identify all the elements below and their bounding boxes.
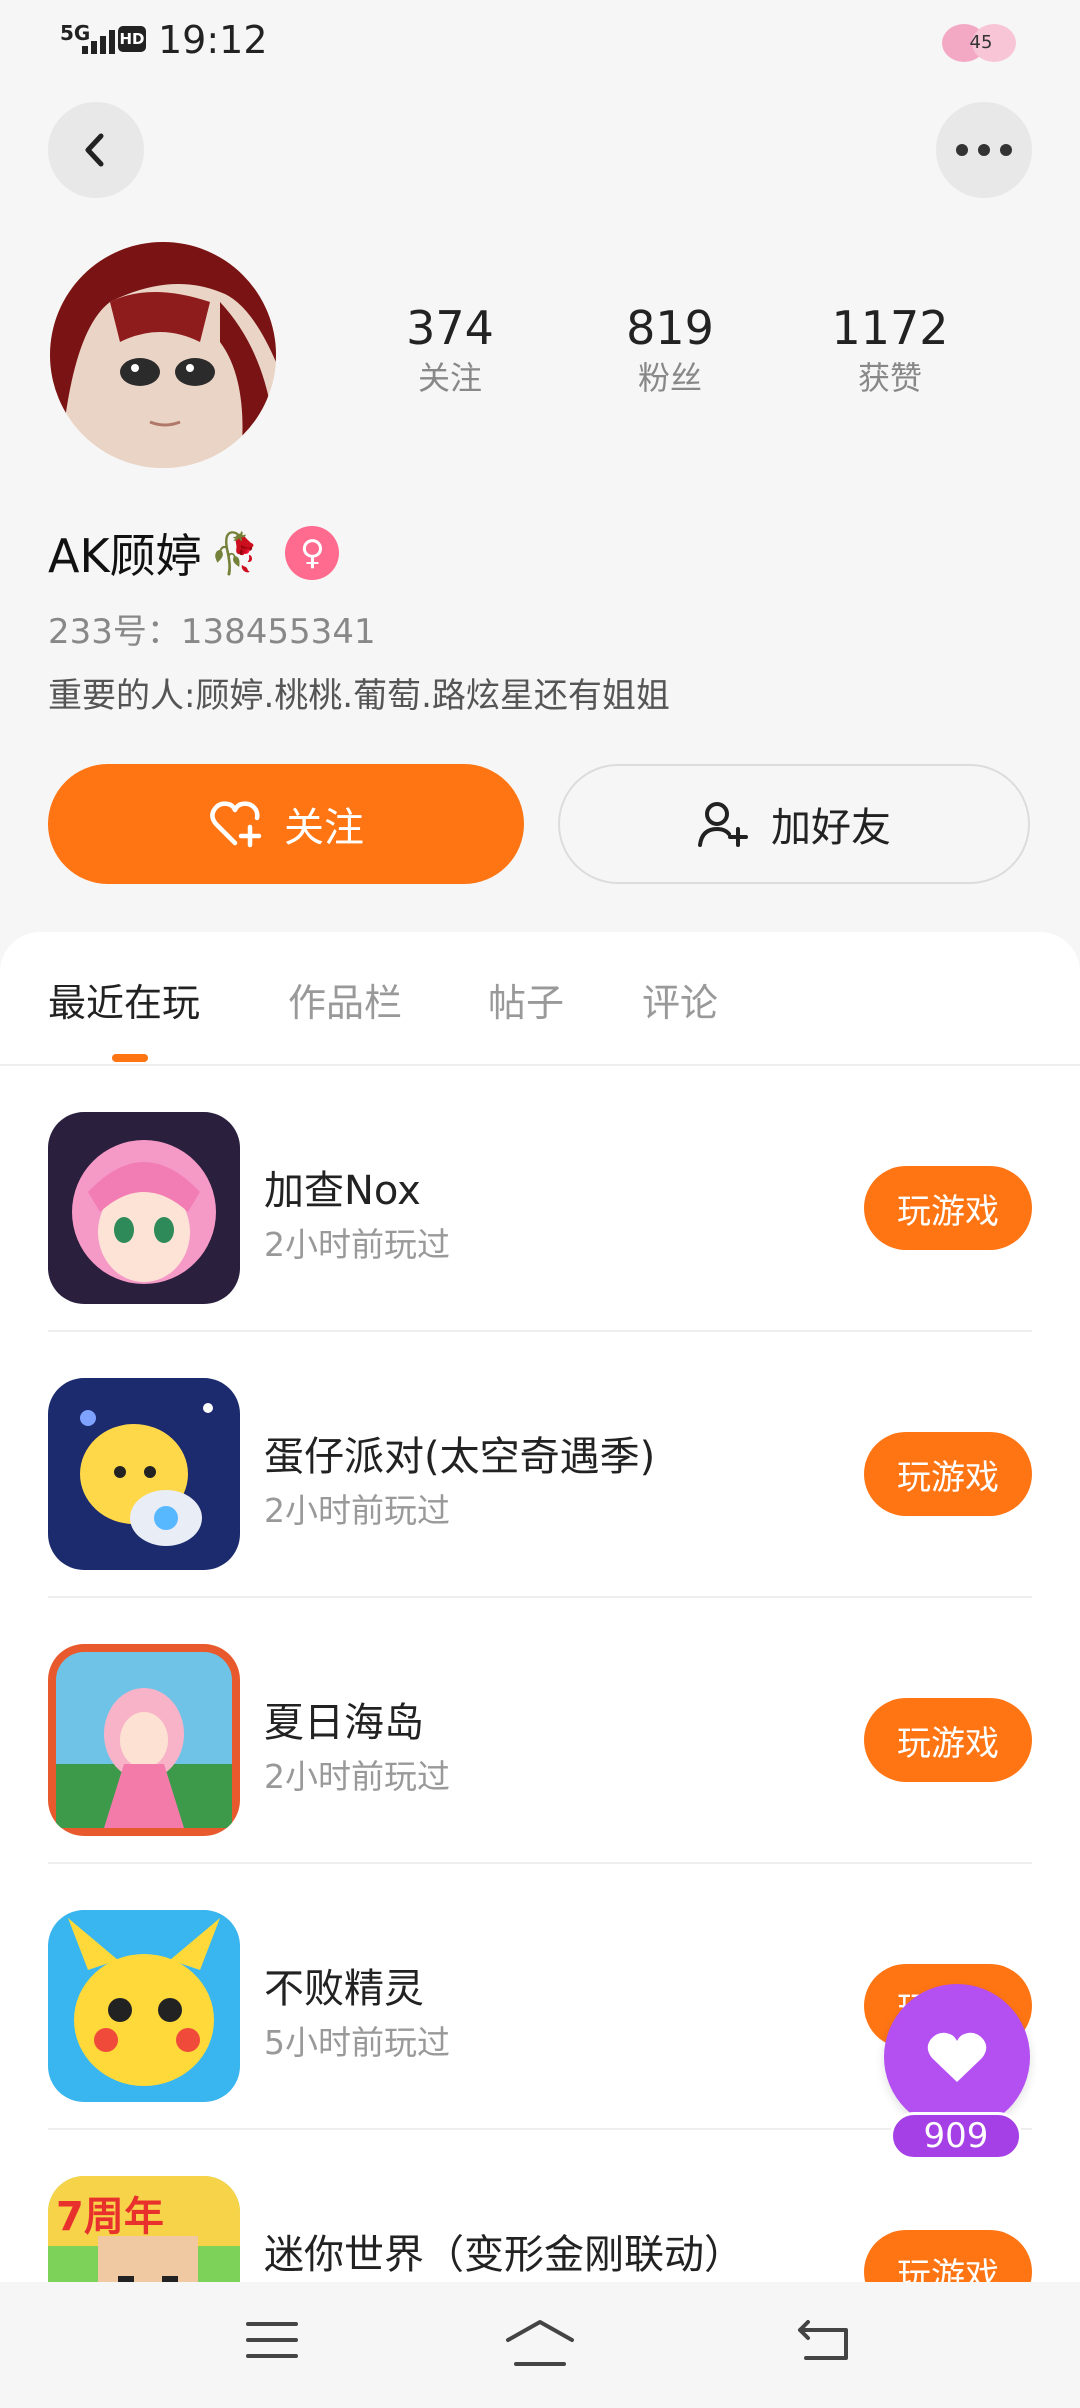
stat-label: 粉丝 xyxy=(637,359,702,397)
list-item[interactable]: 蛋仔派对(太空奇遇季) 2小时前玩过 玩游戏 xyxy=(48,1332,1032,1598)
game-last-played: 2小时前玩过 xyxy=(264,1225,450,1264)
stat-following[interactable]: 374 关注 xyxy=(350,300,550,400)
more-button[interactable] xyxy=(936,102,1032,198)
game-title: 加查Nox xyxy=(264,1168,421,1214)
play-game-button[interactable]: 玩游戏 xyxy=(864,1698,1032,1782)
stat-value: 819 xyxy=(626,301,714,355)
heart-icon xyxy=(927,2032,987,2082)
status-bar: 5G HD 19:12 45 xyxy=(0,0,1080,80)
back-nav-icon[interactable] xyxy=(796,2318,852,2362)
avatar[interactable] xyxy=(50,242,276,468)
list-item[interactable]: 加查Nox 2小时前玩过 玩游戏 xyxy=(48,1066,1032,1332)
game-icon-summer-island xyxy=(48,1644,240,1836)
profile-stats: 374 关注 819 粉丝 1172 获赞 xyxy=(340,300,1000,400)
follow-button[interactable]: 关注 xyxy=(48,764,524,884)
stat-value: 374 xyxy=(406,301,494,355)
hd-icon: HD xyxy=(118,26,146,52)
add-friend-label: 加好友 xyxy=(771,805,891,851)
game-icon-badge: 7周年 xyxy=(56,2194,164,2240)
stat-likes[interactable]: 1172 获赞 xyxy=(790,300,990,400)
follow-label: 关注 xyxy=(284,805,364,851)
female-gender-icon: ♀ xyxy=(285,526,340,580)
system-nav-bar xyxy=(0,2282,1080,2408)
game-title: 夏日海岛 xyxy=(264,1700,424,1746)
stat-label: 关注 xyxy=(417,359,482,397)
profile-name: AK顾婷 xyxy=(48,529,202,583)
tab-posts[interactable]: 帖子 xyxy=(488,972,564,1027)
play-game-button[interactable]: 玩游戏 xyxy=(864,1432,1032,1516)
game-icon-eggy-party xyxy=(48,1378,240,1570)
user-id: 233号：138455341 xyxy=(48,612,376,652)
home-icon[interactable] xyxy=(504,2318,576,2368)
game-icon-pikachu xyxy=(48,1910,240,2102)
battery-level: 45 xyxy=(969,32,993,53)
heart-plus-icon xyxy=(208,799,262,849)
tab-bar: 最近在玩 作品栏 帖子 评论 xyxy=(0,972,1080,1052)
back-button[interactable] xyxy=(48,102,144,198)
list-item[interactable]: 夏日海岛 2小时前玩过 玩游戏 xyxy=(48,1598,1032,1864)
game-icon-gacha-nox xyxy=(48,1112,240,1304)
stat-value: 1172 xyxy=(831,301,949,355)
game-last-played: 5小时前玩过 xyxy=(264,2023,450,2062)
game-title: 蛋仔派对(太空奇遇季) xyxy=(264,1434,656,1480)
tab-indicator xyxy=(112,1054,148,1062)
menu-icon[interactable] xyxy=(246,2318,298,2362)
rose-icon: 🥀 xyxy=(209,530,260,577)
like-count: 909 xyxy=(890,2112,1022,2160)
floating-like-button[interactable] xyxy=(884,1984,1030,2130)
stat-fans[interactable]: 819 粉丝 xyxy=(570,300,770,400)
game-last-played: 2小时前玩过 xyxy=(264,1491,450,1530)
signal-icon xyxy=(82,26,115,54)
chevron-left-icon xyxy=(85,133,104,167)
add-friend-button[interactable]: 加好友 xyxy=(558,764,1030,884)
list-item[interactable]: 不败精灵 5小时前玩过 玩游戏 xyxy=(48,1864,1032,2130)
user-bio: 重要的人:顾婷.桃桃.葡萄.路炫星还有姐姐 xyxy=(48,676,670,716)
tab-comments[interactable]: 评论 xyxy=(642,972,718,1027)
stat-label: 获赞 xyxy=(857,359,922,397)
add-user-icon xyxy=(697,799,749,849)
game-last-played: 2小时前玩过 xyxy=(264,1757,450,1796)
game-title: 不败精灵 xyxy=(264,1966,424,2012)
clock: 19:12 xyxy=(158,18,268,62)
game-title: 迷你世界（变形金刚联动） xyxy=(264,2232,744,2278)
play-game-button[interactable]: 玩游戏 xyxy=(864,1166,1032,1250)
more-dots-icon xyxy=(956,144,1012,156)
tab-works[interactable]: 作品栏 xyxy=(288,972,402,1027)
name-row: AK顾婷 🥀 ♀ xyxy=(48,520,340,586)
battery-icon: 45 xyxy=(942,22,1020,64)
tab-recent-play[interactable]: 最近在玩 xyxy=(48,972,200,1027)
